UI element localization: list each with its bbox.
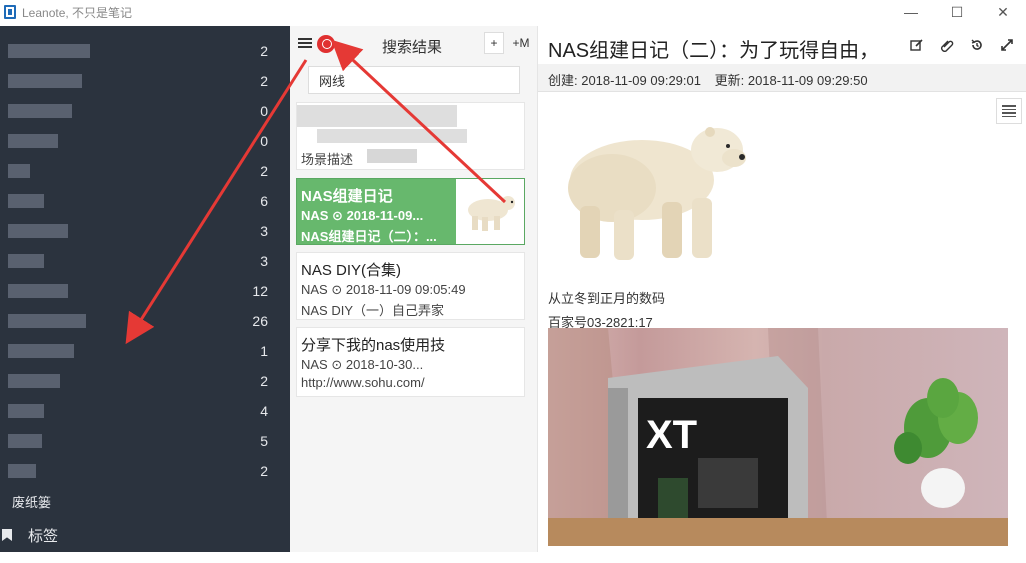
note-card[interactable]: NAS DIY(合集) NAS ⊙ 2018-11-09 09:05:49 NA… [296,252,525,320]
notebook-item[interactable]: 26 [0,306,290,336]
created-time: 创建: 2018-11-09 09:29:01 [548,73,701,88]
note-title: NAS DIY(合集) [301,262,402,279]
note-list-panel: 搜索结果 + +M 场景描述 NAS组建日记 NAS ⊙ 2018-11-09.… [290,26,538,552]
blurred-notebook-name [8,314,86,328]
blurred-notebook-name [8,224,68,238]
blurred-notebook-name [8,374,60,388]
notebook-item[interactable]: 0 [0,96,290,126]
note-meta: NAS ⊙ 2018-11-09 09:05:49 [301,282,466,297]
note-list-title: 搜索结果 [382,39,443,56]
window-title: Leanote, 不只是笔记 [22,5,133,20]
notebook-item[interactable]: 5 [0,426,290,456]
blurred-title [297,105,457,127]
note-thumbnail [456,179,524,244]
notebook-count: 0 [260,133,268,149]
list-view-icon[interactable] [298,38,312,50]
notebook-count: 2 [260,73,268,89]
blurred-notebook-name [8,134,58,148]
notebook-count: 1 [260,343,268,359]
trash-item[interactable]: 废纸篓 [12,492,51,511]
blurred-notebook-name [8,74,82,88]
note-card[interactable]: 场景描述 [296,102,525,170]
minimize-button[interactable]: — [888,0,934,24]
toc-toggle-button[interactable] [996,98,1022,124]
title-bar: Leanote, 不只是笔记 — ☐ ✕ [0,0,1026,24]
note-editor: NAS组建日记（二）：为了玩得自由， 创建: 2018-11-09 09:29:… [538,26,1026,552]
notebook-count: 5 [260,433,268,449]
notebook-item[interactable]: 4 [0,396,290,426]
notebook-item[interactable]: 2 [0,456,290,486]
window-controls: — ☐ ✕ [888,0,1026,24]
blurred-meta [317,129,467,143]
notebook-count: 3 [260,253,268,269]
blurred-notebook-name [8,344,74,358]
notebook-item[interactable]: 2 [0,366,290,396]
record-annotation-icon[interactable] [317,35,335,53]
notebook-count: 2 [260,163,268,179]
maximize-button[interactable]: ☐ [934,0,980,24]
blurred-notebook-name [8,194,44,208]
notebook-count: 12 [252,283,268,299]
notebook-count: 4 [260,403,268,419]
case-logo-text: XT [646,413,697,457]
body-line-1: 从立冬到正月的数码 [548,291,666,306]
close-button[interactable]: ✕ [980,0,1026,24]
blurred-notebook-name [8,164,30,178]
blurred-notebook-name [8,434,42,448]
note-description: 场景描述 [301,152,354,167]
blurred-notebook-name [8,464,36,478]
note-list-header: 搜索结果 + +M [290,26,538,62]
note-description: NAS DIY（一）自己弄家 [301,303,445,318]
notebook-item[interactable]: 12 [0,276,290,306]
nas-case-illustration: XT [548,328,1008,546]
notebook-count: 26 [252,313,268,329]
note-card-active[interactable]: NAS组建日记 NAS ⊙ 2018-11-09... NAS组建日记（二）：.… [296,178,525,245]
tags-label: 标签 [28,527,59,545]
note-title: 分享下我的nas使用技 [301,337,446,354]
updated-time: 更新: 2018-11-09 09:29:50 [714,73,868,88]
search-input[interactable] [308,66,520,94]
notebook-item[interactable]: 3 [0,246,290,276]
notebook-count: 6 [260,193,268,209]
note-card[interactable]: 分享下我的nas使用技 NAS ⊙ 2018-10-30... http://w… [296,327,525,397]
tags-section[interactable]: 标签 [2,522,290,548]
fullscreen-icon[interactable] [998,36,1016,54]
notebook-item[interactable]: 2 [0,66,290,96]
history-icon[interactable] [968,36,986,54]
blurred-desc [367,149,417,163]
polar-bear-image [568,127,746,260]
editor-toolbar [908,36,1016,54]
note-meta-bar: 创建: 2018-11-09 09:29:01 更新: 2018-11-09 0… [538,64,1026,92]
new-note-button[interactable]: + [484,32,504,54]
notebook-item[interactable]: 3 [0,216,290,246]
notebook-item[interactable]: 6 [0,186,290,216]
notebook-count: 2 [260,43,268,59]
notebook-item[interactable]: 2 [0,156,290,186]
tag-icon [2,529,12,541]
note-meta: NAS ⊙ 2018-10-30... [301,357,424,372]
blurred-notebook-name [8,254,44,268]
nas-case-photo: XT [548,328,1008,546]
notebook-sidebar: 2 2 0 0 2 6 3 3 12 26 1 2 4 5 2 废纸篓 标签 [0,26,290,552]
notebook-count: 0 [260,103,268,119]
edit-icon[interactable] [908,36,926,54]
notebook-count: 2 [260,463,268,479]
notebook-count: 3 [260,223,268,239]
blurred-notebook-name [8,104,72,118]
note-title-heading[interactable]: NAS组建日记（二）：为了玩得自由， [548,34,879,63]
attachment-icon[interactable] [938,36,956,54]
polar-bear-thumbnail-icon [468,196,515,231]
notebook-count: 2 [260,373,268,389]
blurred-notebook-name [8,404,44,418]
blurred-notebook-name [8,44,90,58]
blurred-notebook-name [8,284,68,298]
new-markdown-note-button[interactable]: +M [508,32,534,54]
notebook-item[interactable]: 0 [0,126,290,156]
notebook-item[interactable]: 1 [0,336,290,366]
leanote-logo-icon [4,5,16,19]
notebook-item[interactable]: 2 [0,36,290,66]
note-description: http://www.sohu.com/ [301,375,425,390]
